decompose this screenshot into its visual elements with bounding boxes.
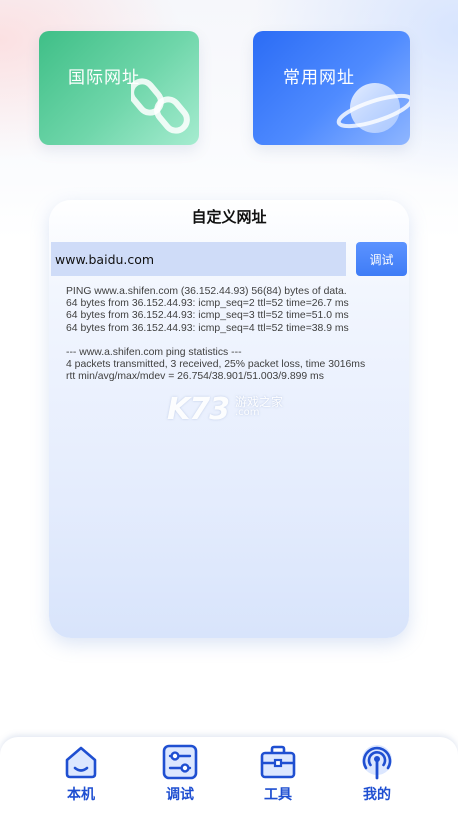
url-input[interactable]	[51, 242, 346, 276]
ping-output-line: 64 bytes from 36.152.44.93: icmp_seq=2 t…	[66, 298, 349, 310]
watermark-domain: .com	[235, 407, 260, 418]
nav-item-tools[interactable]: 工具	[248, 743, 308, 809]
link-icon	[131, 78, 190, 134]
output-spacer	[66, 335, 401, 347]
nav-label-mine: 我的	[363, 787, 391, 803]
ping-stats-line: --- www.a.shifen.com ping statistics ---	[66, 346, 242, 358]
ping-output-line: 64 bytes from 36.152.44.93: icmp_seq=3 t…	[66, 310, 349, 322]
ping-stats-line: rtt min/avg/max/mdev = 26.754/38.901/51.…	[66, 371, 324, 383]
bottom-nav: 本机 调试 工具 我的	[0, 737, 458, 814]
nav-label-home: 本机	[67, 787, 95, 803]
nav-item-mine[interactable]: 我的	[347, 743, 407, 809]
custom-url-panel: 自定义网址 调试 PING www.a.shifen.com (36.152.4…	[49, 200, 409, 638]
panel-title: 自定义网址	[191, 208, 267, 226]
international-sites-title: 国际网址	[68, 68, 140, 88]
nav-item-home[interactable]: 本机	[51, 743, 111, 809]
ping-output-line: 64 bytes from 36.152.44.93: icmp_seq=4 t…	[66, 322, 349, 334]
signal-tower-icon	[362, 745, 392, 780]
nav-label-debug: 调试	[166, 787, 194, 803]
planet-icon	[336, 83, 410, 133]
toolbox-icon	[260, 745, 296, 779]
home-icon	[65, 746, 97, 779]
ping-output-line: PING www.a.shifen.com (36.152.44.93) 56(…	[66, 286, 347, 297]
nav-label-tools: 工具	[264, 787, 292, 803]
debug-button[interactable]: 调试	[356, 242, 407, 276]
international-sites-card[interactable]: 国际网址	[39, 31, 199, 145]
common-sites-card[interactable]: 常用网址	[253, 31, 410, 145]
watermark-brand: K73	[167, 392, 230, 427]
ping-output: PING www.a.shifen.com (36.152.44.93) 56(…	[66, 286, 401, 384]
ping-stats-line: 4 packets transmitted, 3 received, 25% p…	[66, 359, 366, 371]
nav-item-debug[interactable]: 调试	[150, 743, 210, 809]
sliders-icon	[162, 744, 198, 780]
